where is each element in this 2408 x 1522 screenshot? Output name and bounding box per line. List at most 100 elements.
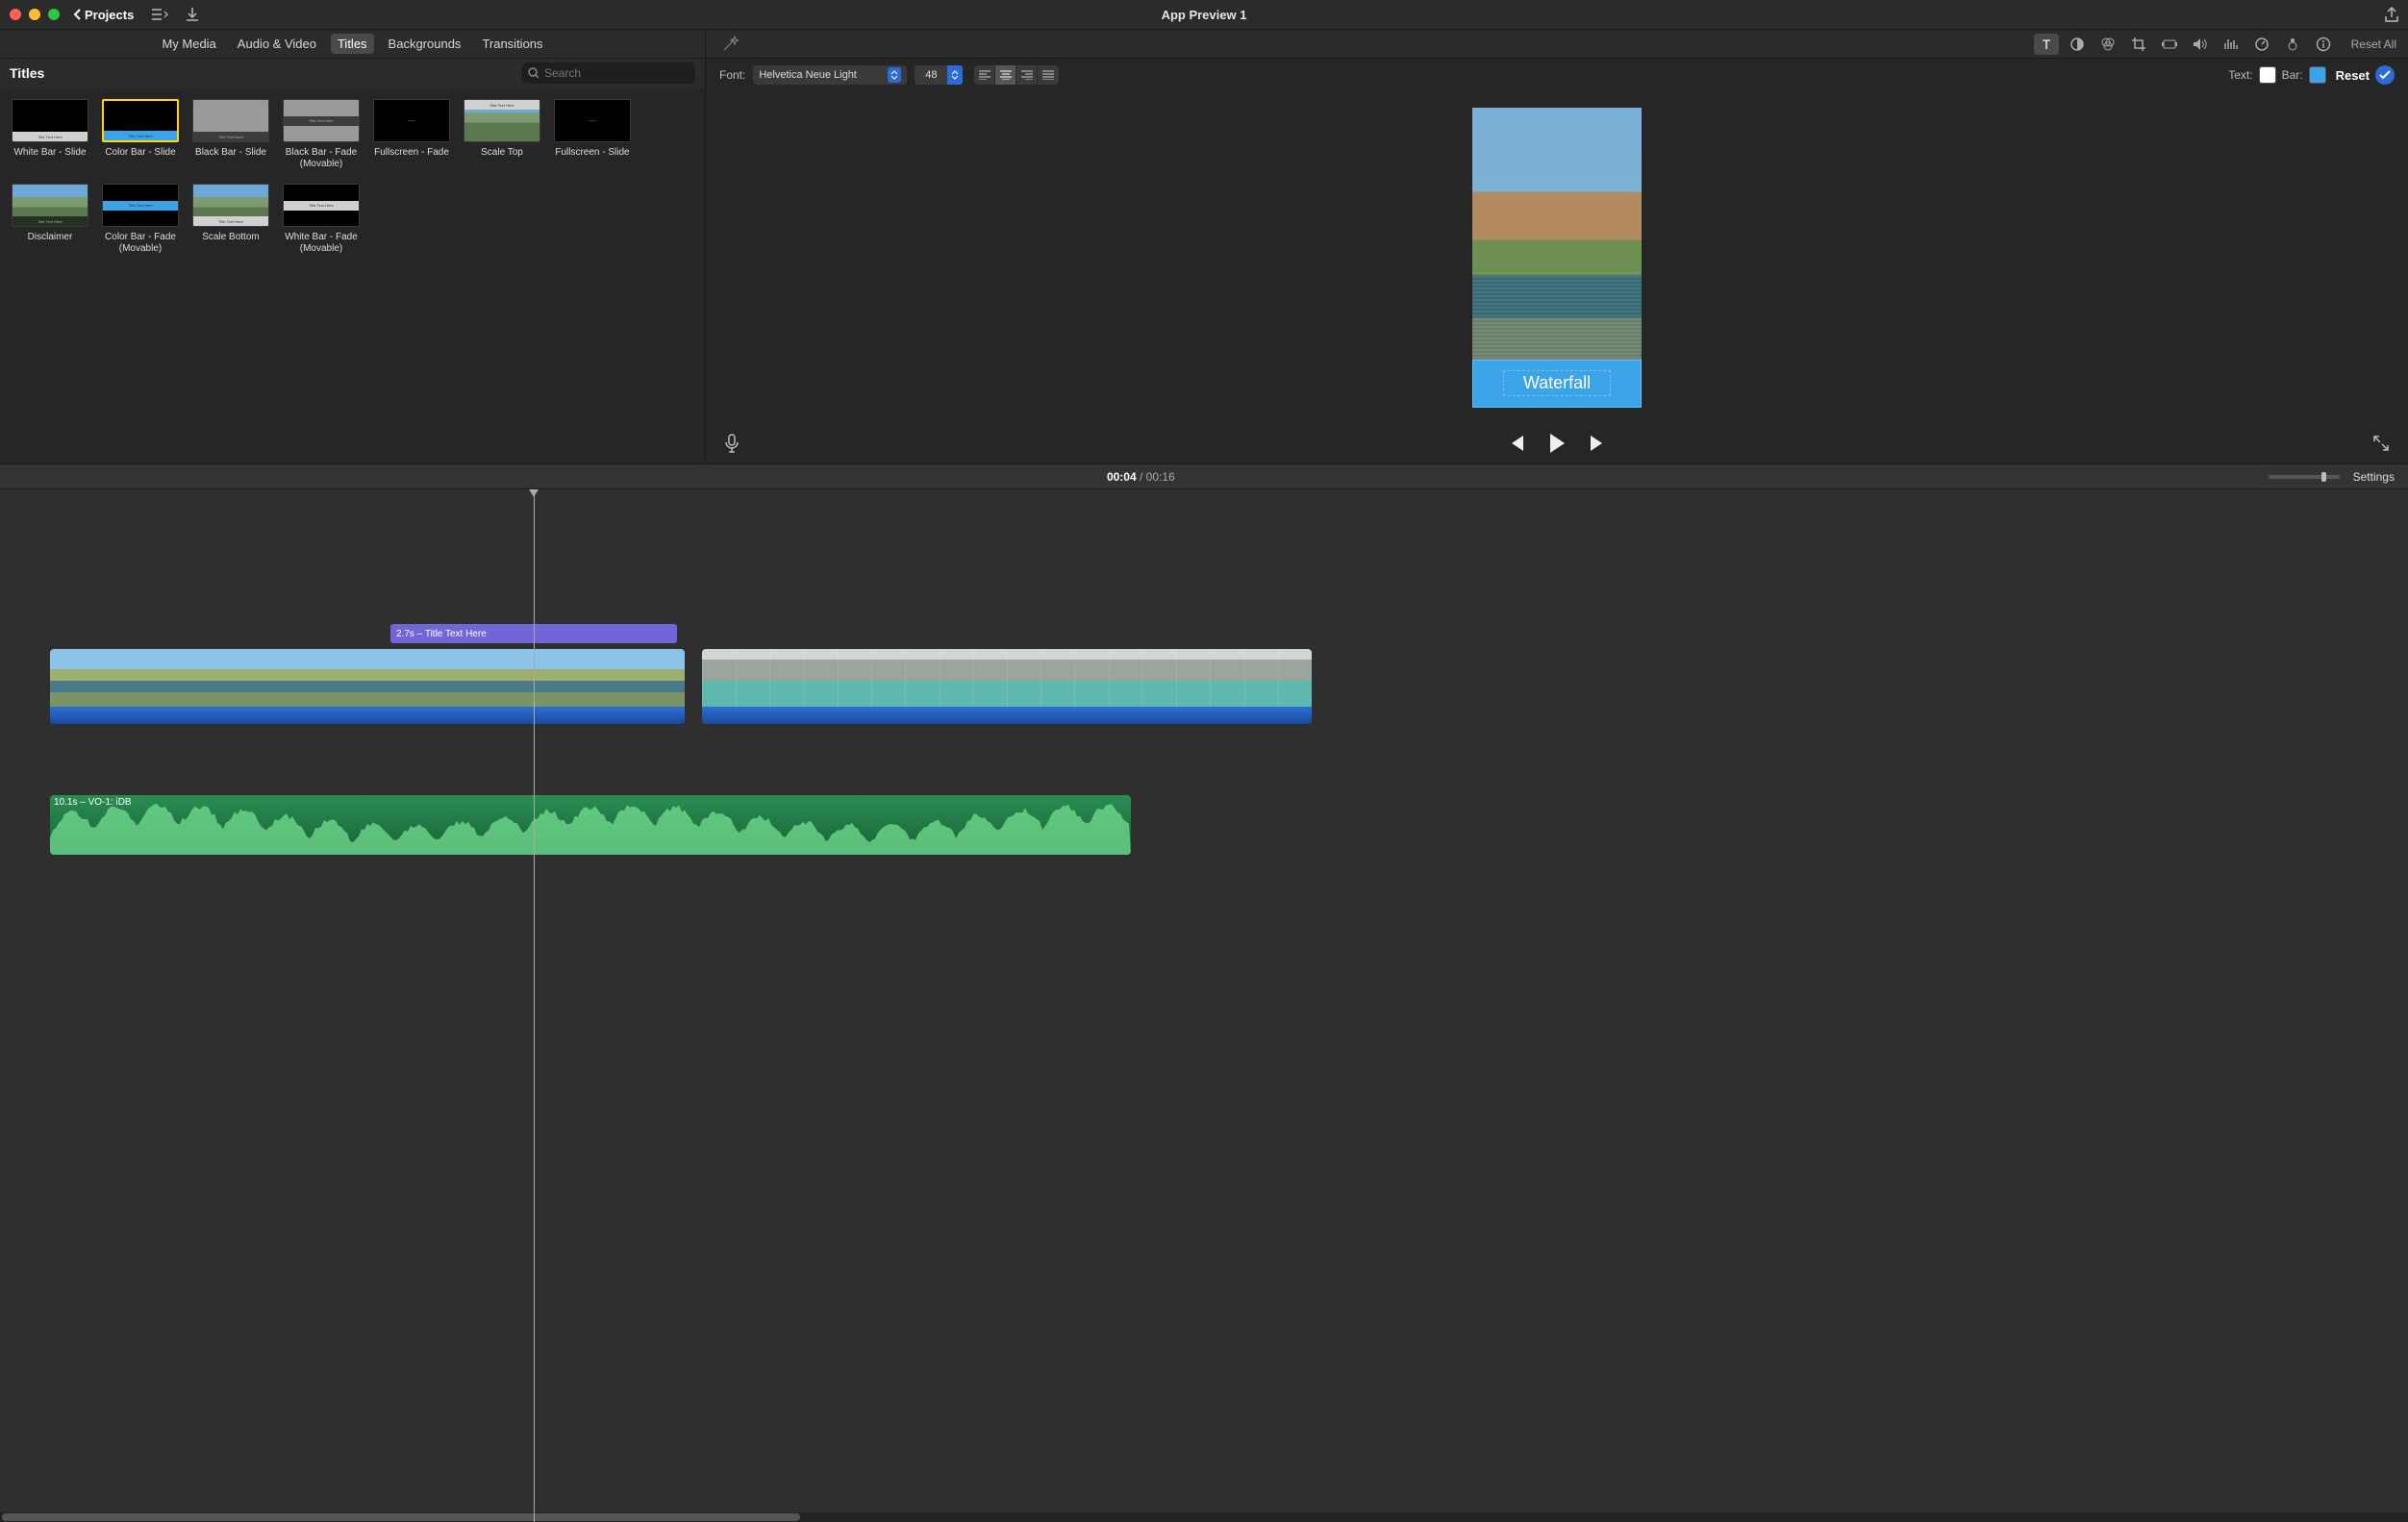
zoom-slider-thumb[interactable]: [2321, 472, 2326, 482]
title-thumbnail: Title Text Here: [283, 99, 360, 142]
magic-wand-button[interactable]: [717, 36, 739, 53]
next-button[interactable]: [1589, 436, 1606, 451]
align-left-button[interactable]: [974, 65, 995, 85]
title-overlay[interactable]: Waterfall: [1472, 360, 1642, 408]
titles-grid: Title Text HereWhite Bar - SlideTitle Te…: [0, 87, 705, 463]
volume-tab[interactable]: [2188, 34, 2213, 55]
title-item[interactable]: Title Text HereColor Bar - Fade (Movable…: [102, 184, 179, 255]
viewer: Waterfall: [706, 91, 2408, 423]
timeline[interactable]: 2.7s – Title Text Here 10.1s – VO-1: iDB: [0, 489, 2408, 1522]
tab-audio-video[interactable]: Audio & Video: [231, 34, 323, 54]
alignment-group: [974, 65, 1059, 85]
current-time: 00:04: [1107, 470, 1137, 484]
title-item[interactable]: —Fullscreen - Fade: [373, 99, 450, 170]
title-item[interactable]: Title Text HereScale Bottom: [192, 184, 269, 255]
align-justify-button[interactable]: [1038, 65, 1059, 85]
library-pane: My Media Audio & Video Titles Background…: [0, 30, 706, 463]
font-select[interactable]: Helvetica Neue Light: [753, 65, 907, 85]
title-item[interactable]: Title Text HereScale Top: [464, 99, 540, 170]
clip-filter-tab[interactable]: [2280, 34, 2305, 55]
inspector-pane: T Reset All Font: Helvetica Neue Light: [706, 30, 2408, 463]
horizontal-scrollbar-thumb[interactable]: [2, 1513, 800, 1521]
reset-all-button[interactable]: Reset All: [2351, 37, 2396, 51]
title-thumbnail: Title Text Here: [283, 184, 360, 227]
search-field-wrap[interactable]: [522, 62, 695, 84]
stabilization-tab[interactable]: [2157, 34, 2182, 55]
title-item[interactable]: Title Text Here Black Bar - Slide: [192, 99, 269, 170]
title-item[interactable]: Title Text HereColor Bar - Slide: [102, 99, 179, 170]
title-thumbnail: Title Text Here: [12, 99, 88, 142]
noise-reduction-tab[interactable]: [2219, 34, 2244, 55]
title-item-label: Color Bar - Slide: [105, 147, 175, 159]
title-item[interactable]: Title Text Here White Bar - Fade (Movable…: [283, 184, 360, 255]
svg-text:T: T: [2042, 37, 2050, 52]
title-item-label: White Bar - Fade (Movable): [283, 232, 360, 255]
title-item-label: Scale Top: [481, 147, 523, 159]
search-input[interactable]: [544, 66, 690, 80]
title-thumbnail: Title Text Here: [192, 99, 269, 142]
crop-tab[interactable]: [2126, 34, 2151, 55]
audio-waveform: [50, 795, 1131, 855]
import-button[interactable]: [186, 7, 199, 22]
title-inspector-tab[interactable]: T: [2034, 34, 2059, 55]
tab-transitions[interactable]: Transitions: [475, 34, 549, 54]
font-size-field[interactable]: 48: [915, 65, 947, 85]
audio-clip[interactable]: 10.1s – VO-1: iDB: [50, 795, 1131, 855]
apply-button[interactable]: [2375, 65, 2395, 85]
title-item-label: Disclaimer: [28, 232, 73, 243]
timeline-settings-button[interactable]: Settings: [2353, 470, 2395, 484]
text-color-label: Text:: [2228, 68, 2252, 82]
title-item[interactable]: Title Text Here Black Bar - Fade (Movable…: [283, 99, 360, 170]
title-item-label: Scale Bottom: [202, 232, 259, 243]
minimize-window-button[interactable]: [29, 9, 40, 20]
title-item-label: Black Bar - Fade (Movable): [283, 147, 360, 170]
tab-titles[interactable]: Titles: [331, 34, 374, 54]
video-clip-1[interactable]: [50, 649, 685, 724]
color-balance-tab[interactable]: [2065, 34, 2090, 55]
audio-clip-label: 10.1s – VO-1: iDB: [54, 797, 132, 808]
titlebar: Projects App Preview 1: [0, 0, 2408, 30]
fullscreen-button[interactable]: [2373, 436, 2389, 451]
browser-header: Titles: [0, 59, 705, 87]
title-item[interactable]: Title Text HereWhite Bar - Slide: [12, 99, 88, 170]
tab-my-media[interactable]: My Media: [155, 34, 222, 54]
library-list-button[interactable]: [151, 8, 168, 21]
text-color-swatch[interactable]: [2259, 66, 2276, 84]
reset-button[interactable]: Reset: [2336, 68, 2370, 83]
playhead[interactable]: [534, 489, 535, 1522]
title-item[interactable]: —Fullscreen - Slide: [554, 99, 631, 170]
speed-tab[interactable]: [2249, 34, 2274, 55]
font-value: Helvetica Neue Light: [759, 69, 857, 81]
video-clip-2[interactable]: [702, 649, 1312, 724]
color-correction-tab[interactable]: [2095, 34, 2120, 55]
fullscreen-window-button[interactable]: [48, 9, 60, 20]
preview-canvas[interactable]: Waterfall: [1472, 108, 1642, 408]
prev-button[interactable]: [1508, 436, 1525, 451]
close-window-button[interactable]: [10, 9, 21, 20]
tab-backgrounds[interactable]: Backgrounds: [382, 34, 468, 54]
back-label: Projects: [85, 8, 134, 22]
back-to-projects-button[interactable]: Projects: [73, 8, 134, 22]
inspector-toolbar: T Reset All: [706, 30, 2408, 59]
font-size-stepper[interactable]: [947, 65, 963, 85]
video-clip-2-audio: [702, 707, 1312, 724]
title-thumbnail: —: [373, 99, 450, 142]
title-clip-label: 2.7s – Title Text Here: [396, 629, 487, 639]
title-thumbnail: Title Text Here: [12, 184, 88, 227]
align-center-button[interactable]: [995, 65, 1016, 85]
zoom-slider[interactable]: [2269, 475, 2340, 479]
bar-color-swatch[interactable]: [2309, 66, 2326, 84]
playback-controls: [706, 423, 2408, 463]
horizontal-scrollbar[interactable]: [0, 1512, 2408, 1522]
align-right-button[interactable]: [1016, 65, 1038, 85]
library-tabs: My Media Audio & Video Titles Background…: [0, 30, 705, 59]
title-item-label: Fullscreen - Slide: [555, 147, 629, 159]
title-item-label: Black Bar - Slide: [195, 147, 266, 159]
info-tab[interactable]: [2311, 34, 2336, 55]
title-item[interactable]: Title Text Here Disclaimer: [12, 184, 88, 255]
video-clip-2-thumbs: [702, 649, 1312, 707]
voiceover-button[interactable]: [725, 434, 739, 453]
share-button[interactable]: [2385, 7, 2398, 22]
play-button[interactable]: [1548, 434, 1566, 453]
timeline-header: 00:04 / 00:16 Settings: [0, 464, 2408, 489]
